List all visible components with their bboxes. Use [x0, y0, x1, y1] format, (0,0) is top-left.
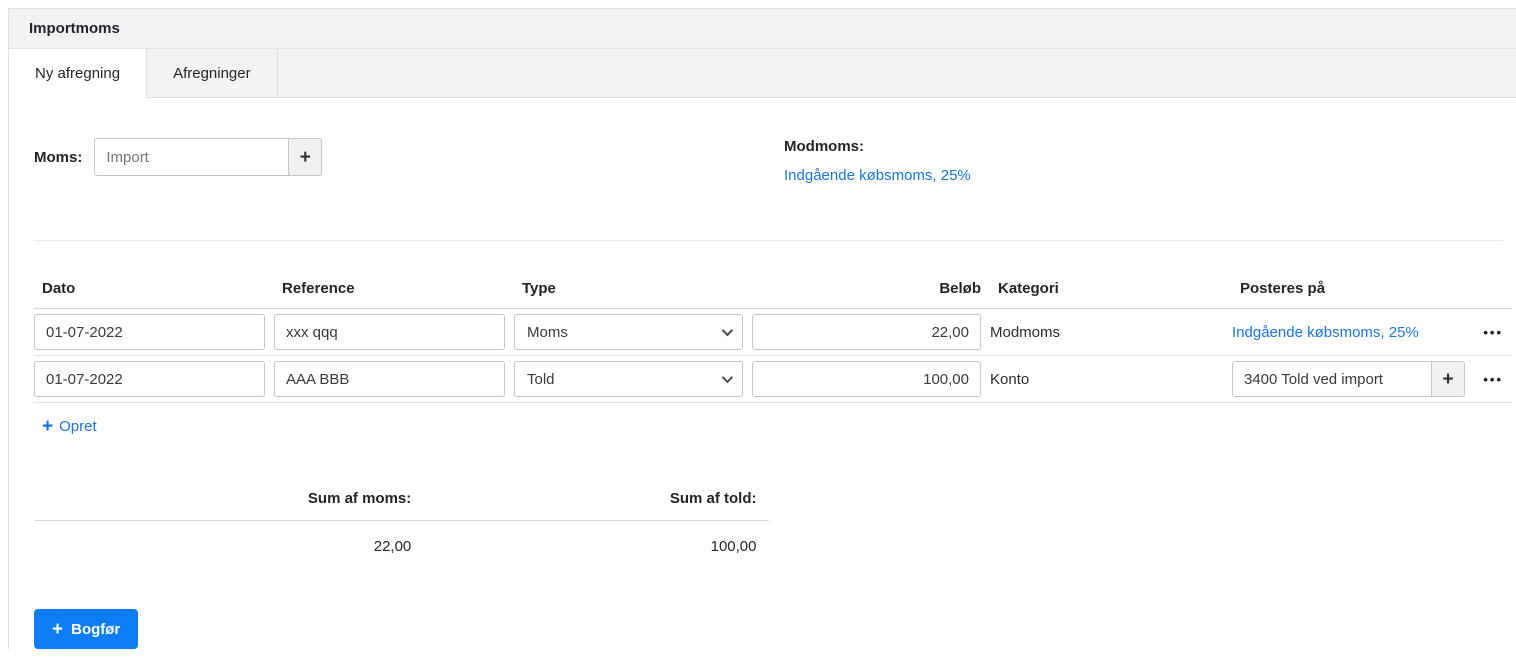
modmoms-link[interactable]: Indgående købsmoms, 25% [784, 167, 971, 184]
vat-lines-table: Dato Reference Type Beløb Kategori Poste… [34, 271, 1512, 403]
moms-form-row: Moms: + Modmoms: Indgående købsmoms, 25% [34, 138, 1503, 223]
plus-icon: + [299, 146, 311, 168]
posteres-link[interactable]: Indgående købsmoms, 25% [1232, 324, 1419, 341]
row-menu-button[interactable]: ••• [1483, 325, 1503, 340]
modmoms-label: Modmoms: [784, 138, 864, 155]
type-select[interactable]: Told [514, 361, 743, 397]
account-input-group: + [1232, 361, 1465, 397]
kategori-value: Modmoms [990, 308, 1232, 356]
summary-table: Sum af moms: Sum af told: 22,00 100,00 [34, 480, 769, 565]
tab-label: Ny afregning [35, 64, 121, 82]
create-line-link[interactable]: + Opret [42, 417, 97, 436]
tab-content: Moms: + Modmoms: Indgående købsmoms, 25% [9, 138, 1516, 649]
type-select-value: Moms [527, 323, 568, 341]
module-titlebar: Importmoms [9, 9, 1516, 49]
sum-moms-header: Sum af moms: [34, 480, 424, 521]
tab-bar-filler [277, 49, 1516, 98]
modmoms-block: Modmoms: Indgående købsmoms, 25% [784, 138, 971, 184]
table-row: Told Konto + [34, 355, 1512, 403]
col-header-posteres: Posteres på [1232, 271, 1474, 309]
bogfor-button[interactable]: + Bogfør [34, 609, 139, 649]
row-menu-button[interactable]: ••• [1483, 372, 1503, 387]
importmoms-module: Importmoms Ny afregning Afregninger Moms… [8, 8, 1516, 649]
col-header-actions [1474, 271, 1512, 309]
ellipsis-icon: ••• [1483, 371, 1503, 387]
moms-field-group: Moms: + [34, 138, 1503, 176]
sum-told-header: Sum af told: [423, 480, 769, 521]
plus-icon: + [1442, 368, 1454, 390]
chevron-down-icon [721, 324, 734, 337]
tab-bar: Ny afregning Afregninger [9, 49, 1516, 98]
sum-told-value: 100,00 [710, 538, 757, 555]
col-header-reference: Reference [274, 271, 514, 309]
plus-icon: + [52, 618, 64, 640]
add-account-button[interactable]: + [1431, 361, 1465, 397]
summary-value-row: 22,00 100,00 [34, 521, 769, 566]
type-select-value: Told [527, 370, 555, 388]
moms-input-group: + [94, 138, 323, 176]
tab-ny-afregning[interactable]: Ny afregning [9, 49, 148, 98]
table-header-row: Dato Reference Type Beløb Kategori Poste… [34, 271, 1512, 309]
amount-input[interactable] [752, 361, 981, 397]
moms-label: Moms: [34, 148, 83, 166]
date-input[interactable] [34, 314, 265, 350]
col-header-belob: Beløb [752, 271, 990, 309]
create-line-label: Opret [59, 418, 97, 435]
col-header-kategori: Kategori [990, 271, 1232, 309]
table-row: Moms Modmoms Indgående købsmoms, 25% ••• [34, 308, 1512, 356]
amount-input[interactable] [752, 314, 981, 350]
date-input[interactable] [34, 361, 265, 397]
col-header-dato: Dato [34, 271, 274, 309]
tab-afregninger[interactable]: Afregninger [147, 49, 278, 98]
summary-header-row: Sum af moms: Sum af told: [34, 480, 769, 521]
type-select[interactable]: Moms [514, 314, 743, 350]
kategori-value: Konto [990, 355, 1232, 403]
ellipsis-icon: ••• [1483, 324, 1503, 340]
col-header-type: Type [514, 271, 752, 309]
add-moms-button[interactable]: + [288, 138, 323, 176]
section-divider [34, 240, 1503, 241]
bogfor-label: Bogfør [71, 620, 121, 638]
plus-icon: + [42, 416, 54, 437]
reference-input[interactable] [274, 361, 505, 397]
sum-moms-value: 22,00 [373, 538, 412, 555]
page-title: Importmoms [29, 20, 120, 37]
moms-input[interactable] [94, 138, 290, 176]
reference-input[interactable] [274, 314, 505, 350]
account-input[interactable] [1232, 361, 1432, 397]
tab-label: Afregninger [173, 64, 251, 82]
chevron-down-icon [721, 371, 734, 384]
